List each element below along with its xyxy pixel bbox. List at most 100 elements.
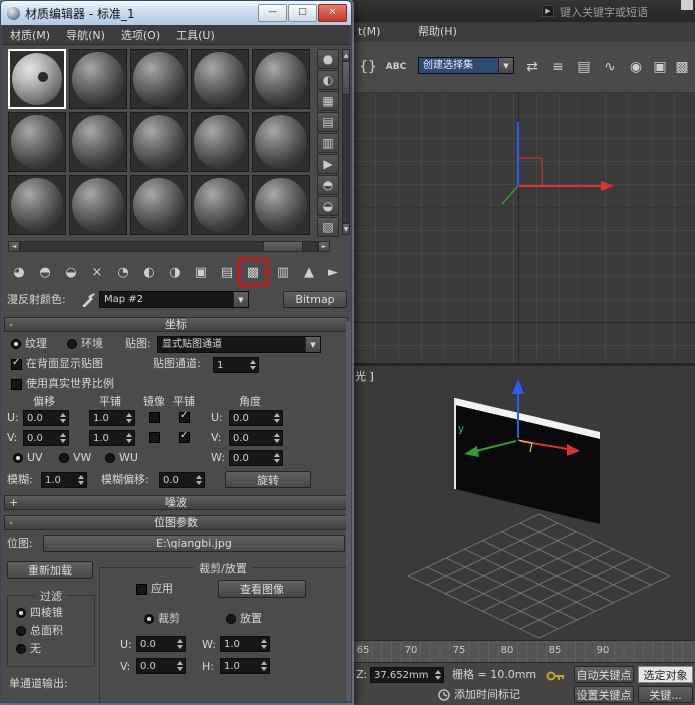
crop-w-field[interactable]: 1.0	[220, 636, 270, 652]
material-sample-slot[interactable]	[191, 49, 249, 109]
view-image-button[interactable]: 查看图像	[218, 580, 306, 598]
vw-radio[interactable]	[59, 453, 69, 463]
search-arrow-icon[interactable]: ▶	[542, 5, 554, 17]
chevron-down-icon[interactable]: ▼	[498, 58, 513, 73]
select-by-material-icon[interactable]: ◒	[317, 196, 339, 216]
track-bar[interactable]: 65 70 75 80 85 90	[352, 640, 695, 663]
selection-lasso-icon[interactable]: {}	[356, 51, 380, 83]
chevron-down-icon[interactable]: ▼	[305, 337, 320, 352]
blur-field[interactable]: 1.0	[41, 472, 87, 488]
material-sample-slot[interactable]	[130, 175, 188, 235]
blur-offset-field[interactable]: 0.0	[159, 472, 205, 488]
menu-material[interactable]: 材质(M)	[10, 27, 50, 43]
uv-radio[interactable]	[13, 453, 23, 463]
crop-radio[interactable]	[144, 614, 154, 624]
rollout-coordinates[interactable]: - 坐标	[4, 317, 348, 332]
scroll-down-icon[interactable]: ▼	[342, 223, 350, 235]
spinner[interactable]	[58, 411, 67, 425]
material-map-navigator-icon[interactable]: ▧	[317, 217, 339, 237]
chevron-down-icon[interactable]: ▼	[233, 292, 248, 307]
make-material-copy-icon[interactable]: ◔	[111, 261, 135, 283]
environ-radio[interactable]	[67, 339, 77, 349]
material-sample-slot[interactable]	[69, 175, 127, 235]
u-offset-field[interactable]: 0.0	[23, 410, 69, 426]
material-id-channel-icon[interactable]: ▣	[189, 261, 213, 283]
spinner[interactable]	[194, 473, 203, 487]
material-editor-icon[interactable]: ◉	[624, 51, 648, 83]
mirror-icon[interactable]: ⇄	[520, 51, 544, 83]
layer-manager-icon[interactable]: ▤	[572, 51, 596, 83]
map-type-button[interactable]: Bitmap	[283, 291, 347, 308]
show-map-on-back-checkbox[interactable]	[11, 359, 22, 370]
mapping-combo[interactable]: 显式贴图通道 ▼	[157, 336, 321, 353]
material-sample-slot[interactable]	[252, 49, 310, 109]
spinner[interactable]	[124, 411, 133, 425]
backlight-icon[interactable]: ◐	[317, 70, 339, 90]
material-sample-slot[interactable]	[130, 112, 188, 172]
v-angle-field[interactable]: 0.0	[229, 430, 283, 446]
u-tiling-field[interactable]: 1.0	[89, 410, 135, 426]
menu-utilities[interactable]: 工具(U)	[176, 27, 215, 43]
options-icon[interactable]: ◓	[317, 175, 339, 195]
selected-object-dropdown[interactable]: 选定对象	[638, 666, 693, 683]
spinner[interactable]	[58, 431, 67, 445]
align-icon[interactable]: ≡	[546, 51, 570, 83]
reload-button[interactable]: 重新加载	[7, 561, 93, 579]
menu-help[interactable]: 帮助(H)	[418, 25, 457, 39]
v-tile-checkbox[interactable]	[179, 432, 190, 443]
wall-object[interactable]	[455, 398, 600, 524]
v-scroll-thumb[interactable]	[342, 61, 350, 95]
viewport-front[interactable]	[352, 92, 695, 363]
material-sample-slot[interactable]	[8, 175, 66, 235]
rotate-button[interactable]: 旋转	[225, 471, 311, 488]
scroll-left-icon[interactable]: ◄	[8, 241, 20, 252]
spinner[interactable]	[259, 659, 268, 673]
viewport-perspective[interactable]: 光 ]	[352, 366, 695, 640]
auto-key-button[interactable]: 自动关键点	[574, 666, 634, 683]
map-name-combo[interactable]: Map #2 ▼	[99, 291, 249, 308]
get-material-icon[interactable]: ◕	[7, 261, 31, 283]
video-color-check-icon[interactable]: ▥	[317, 133, 339, 153]
assign-material-to-selection-icon[interactable]: ◒	[59, 261, 83, 283]
z-coordinate-field[interactable]: 37.652mm	[370, 667, 444, 683]
rollout-noise[interactable]: + 噪波	[4, 495, 348, 510]
spinner[interactable]	[248, 358, 257, 372]
sample-type-icon[interactable]: ●	[317, 49, 339, 69]
material-sample-slot-active[interactable]	[8, 49, 66, 109]
rollout-bitmap-parameters[interactable]: - 位图参数	[4, 515, 348, 530]
apply-checkbox[interactable]	[136, 584, 147, 595]
u-tile-checkbox[interactable]	[179, 412, 190, 423]
eyedropper-icon[interactable]	[81, 291, 97, 307]
bitmap-path-button[interactable]: E:\qiangbi.jpg	[43, 535, 345, 552]
crop-h-field[interactable]: 1.0	[220, 658, 270, 674]
spinner[interactable]	[272, 431, 281, 445]
key-filters-button[interactable]: 关键...	[638, 686, 693, 703]
spinner[interactable]	[175, 659, 184, 673]
filter-none-radio[interactable]	[16, 644, 26, 654]
background-icon[interactable]: ▦	[317, 91, 339, 111]
wu-radio[interactable]	[105, 453, 115, 463]
selection-set-combo[interactable]: 创建选择集 ▼	[418, 57, 514, 74]
scroll-up-icon[interactable]: ▲	[342, 49, 350, 61]
spinner[interactable]	[124, 431, 133, 445]
menu-options[interactable]: 选项(O)	[121, 27, 160, 43]
real-world-scale-checkbox[interactable]	[11, 379, 22, 390]
minimize-button[interactable]: —	[258, 4, 287, 22]
go-to-parent-icon[interactable]: ▲	[297, 261, 321, 283]
material-sample-slot[interactable]	[8, 112, 66, 172]
reset-map-icon[interactable]: ×	[85, 261, 109, 283]
named-selection-icon[interactable]: ABC	[384, 51, 408, 83]
u-angle-field[interactable]: 0.0	[229, 410, 283, 426]
menu-partial[interactable]: t(M)	[358, 25, 380, 39]
curve-editor-icon[interactable]: ∿	[598, 51, 622, 83]
params-scrollbar[interactable]	[346, 321, 351, 701]
put-material-to-scene-icon[interactable]: ◓	[33, 261, 57, 283]
make-unique-icon[interactable]: ◐	[137, 261, 161, 283]
maximize-button[interactable]: □	[288, 4, 317, 22]
material-sample-slot[interactable]	[69, 49, 127, 109]
material-sample-slot[interactable]	[252, 112, 310, 172]
spinner[interactable]	[272, 451, 281, 465]
filter-sat-radio[interactable]	[16, 626, 26, 636]
set-key-button[interactable]: 设置关键点	[574, 686, 634, 703]
go-forward-to-sibling-icon[interactable]: ►	[321, 261, 345, 283]
